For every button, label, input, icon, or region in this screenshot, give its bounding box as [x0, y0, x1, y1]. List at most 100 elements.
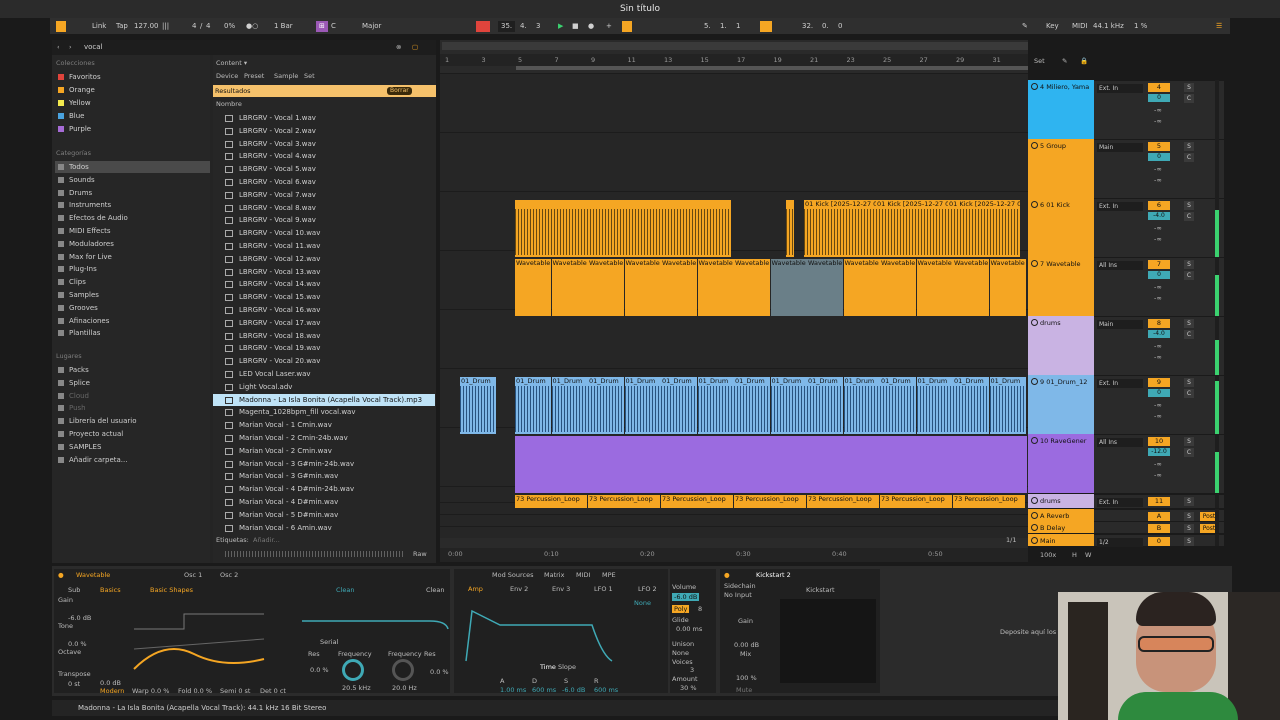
volume-value[interactable]: -6.0 dB	[672, 593, 700, 601]
track-activator[interactable]: 8	[1148, 319, 1170, 328]
link-button[interactable]: Link	[92, 21, 106, 32]
place-item[interactable]: SAMPLES	[55, 441, 210, 453]
track-fold-icon[interactable]	[1031, 319, 1038, 326]
clip[interactable]	[786, 200, 794, 257]
midi-map-button[interactable]: MIDI	[1072, 21, 1088, 32]
category-item[interactable]: Plantillas	[55, 327, 210, 339]
input-select[interactable]: Ext. In	[1097, 379, 1143, 388]
clip[interactable]: 01_Drum	[588, 377, 624, 434]
send-a[interactable]: -∞	[1154, 342, 1162, 350]
track-fold-icon[interactable]	[1031, 537, 1038, 544]
clip[interactable]: Wavetable	[697, 259, 734, 316]
file-item[interactable]: LBRGRV - Vocal 12.wav	[223, 253, 435, 266]
overdub-icon[interactable]: +	[606, 21, 612, 32]
content-filter[interactable]: Content ▾	[216, 59, 247, 67]
category-item[interactable]: Clips	[55, 276, 210, 288]
record-icon[interactable]: ●	[588, 21, 594, 32]
sidechain-input-select[interactable]: No Input	[724, 591, 752, 599]
track-fold-icon[interactable]	[1031, 512, 1038, 519]
frequency2-value[interactable]: 20.0 Hz	[392, 684, 417, 692]
sustain-value[interactable]: -6.0 dB	[562, 686, 585, 694]
glide-value[interactable]: 0.00 ms	[676, 625, 702, 633]
crossfade-button[interactable]: C	[1184, 153, 1194, 162]
track-activator[interactable]: A	[1148, 512, 1170, 521]
place-item[interactable]: Añadir carpeta...	[55, 454, 210, 466]
solo-button[interactable]: S	[1184, 83, 1194, 92]
k-gain-value[interactable]: 0.00 dB	[734, 641, 759, 649]
solo-button[interactable]: S	[1184, 201, 1194, 210]
db-value[interactable]: 0.0 dB	[100, 679, 121, 687]
swing-field[interactable]: 0%	[224, 21, 235, 32]
name-column-header[interactable]: Nombre	[216, 100, 242, 108]
file-item[interactable]: Marian Vocal - 5 D#min.wav	[223, 509, 435, 522]
send-a[interactable]: -∞	[1154, 401, 1162, 409]
file-item[interactable]: LBRGRV - Vocal 14.wav	[223, 278, 435, 291]
sig-numerator[interactable]: 4	[192, 21, 196, 32]
sig-denominator[interactable]: 4	[206, 21, 210, 32]
file-item[interactable]: Marian Vocal - 1 Cmin.wav	[223, 419, 435, 432]
clear-button[interactable]: Borrar	[387, 87, 412, 95]
env3-tab[interactable]: Env 3	[552, 585, 570, 593]
clip[interactable]: 01_Drum	[624, 377, 661, 434]
back-icon[interactable]: ‹	[57, 43, 60, 51]
clip[interactable]: Wavetable	[916, 259, 953, 316]
mute-button[interactable]: Mute	[736, 686, 752, 694]
lfo2-tab[interactable]: LFO 2	[638, 585, 657, 593]
frequency-value[interactable]: 20.5 kHz	[342, 684, 371, 692]
send-a[interactable]: -∞	[1154, 283, 1162, 291]
file-item[interactable]: LBRGRV - Vocal 16.wav	[223, 304, 435, 317]
position-bars[interactable]: 35.	[498, 21, 516, 32]
category-item[interactable]: Todos	[55, 161, 210, 173]
file-item[interactable]: Marian Vocal - 4 D#min-24b.wav	[223, 483, 435, 496]
det-value[interactable]: Det 0 ct	[260, 687, 286, 695]
arrangement-record-icon[interactable]	[476, 21, 490, 32]
crossfade-button[interactable]: C	[1184, 94, 1194, 103]
crossfade-button[interactable]: C	[1184, 212, 1194, 221]
search-bar[interactable]: ‹ › vocal ⊗ ▢	[52, 40, 436, 55]
filter1-type[interactable]: Clean	[336, 586, 354, 594]
clip[interactable]: 73 Percussion_Loop	[880, 495, 952, 508]
send-b[interactable]: -∞	[1154, 117, 1162, 125]
input-select[interactable]: All Ins	[1097, 438, 1143, 447]
file-item[interactable]: LBRGRV - Vocal 11.wav	[223, 240, 435, 253]
place-item[interactable]: Proyecto actual	[55, 428, 210, 440]
solo-button[interactable]: S	[1184, 497, 1194, 506]
send-a[interactable]: -∞	[1154, 106, 1162, 114]
input-select[interactable]: Main	[1097, 143, 1143, 152]
basics-select[interactable]: Basics	[100, 586, 121, 594]
automation-arm-icon[interactable]	[622, 21, 632, 32]
track-fold-icon[interactable]	[1031, 83, 1038, 90]
track-header[interactable]: 4 Miliero, Yama	[1028, 80, 1094, 139]
file-item[interactable]: LBRGRV - Vocal 10.wav	[223, 227, 435, 240]
file-item[interactable]: Marian Vocal - 2 Cmin.wav	[223, 445, 435, 458]
fold-value[interactable]: Fold 0.0 %	[178, 687, 212, 695]
file-item[interactable]: Magenta_1028bpm_fill vocal.wav	[223, 406, 435, 419]
clip[interactable]: 01_Drum	[551, 377, 588, 434]
midi-tab[interactable]: MIDI	[576, 571, 590, 579]
place-item[interactable]: Splice	[55, 377, 210, 389]
file-item[interactable]: LBRGRV - Vocal 9.wav	[223, 214, 435, 227]
file-item[interactable]: LBRGRV - Vocal 15.wav	[223, 291, 435, 304]
mod-sources-tab[interactable]: Mod Sources	[492, 571, 534, 579]
clip[interactable]: 01_Drum	[697, 377, 734, 434]
clip[interactable]: 01 Kick [2025-12-27 0	[804, 200, 876, 257]
tone-value[interactable]: 0.0 %	[68, 640, 87, 648]
track-activator[interactable]: 0	[1148, 537, 1170, 546]
file-item[interactable]: Marian Vocal - 3 G#min-24b.wav	[223, 458, 435, 471]
clip[interactable]: Wavetable	[989, 259, 1026, 316]
input-select[interactable]: All Ins	[1097, 261, 1143, 270]
forward-icon[interactable]: ›	[69, 43, 72, 51]
arrangement-view[interactable]: 1 3 5 7 9 11 13 15 17 19 21 23 25 27 29 31 01 Kick [202…	[440, 40, 1028, 562]
loop-start-beats[interactable]: 1.	[720, 21, 727, 32]
raw-toggle[interactable]: Raw	[413, 550, 427, 558]
gain-value[interactable]: -6.0 dB	[68, 614, 91, 622]
track-header[interactable]: 10 RaveGener	[1028, 434, 1094, 493]
file-item[interactable]: LBRGRV - Vocal 2.wav	[223, 125, 435, 138]
clip[interactable]: 01_Drum	[807, 377, 843, 434]
category-item[interactable]: Moduladores	[55, 238, 210, 250]
release-value[interactable]: 600 ms	[594, 686, 618, 694]
clip[interactable]: 01_Drum	[515, 377, 551, 434]
h-button[interactable]: H	[1072, 551, 1077, 559]
quantize-select[interactable]: 1 Bar	[274, 21, 293, 32]
draw-mode-icon[interactable]: ✎	[1022, 21, 1028, 32]
